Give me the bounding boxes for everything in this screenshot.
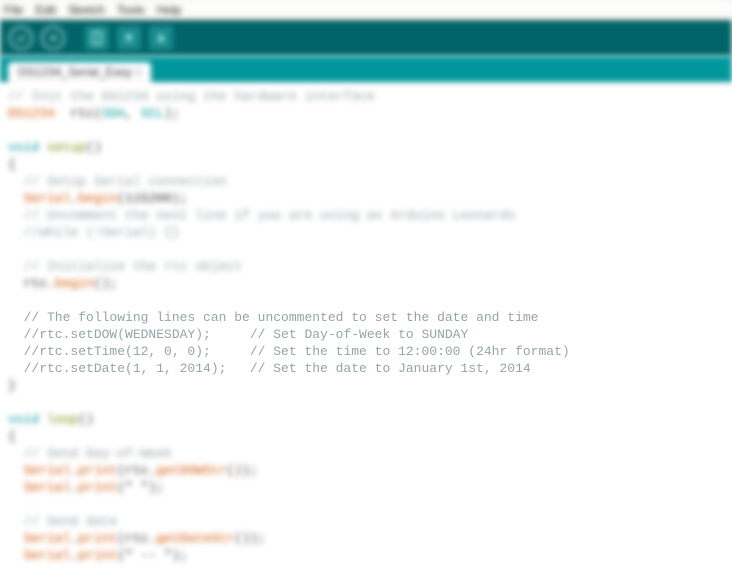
tab-dropdown-icon[interactable]: § xyxy=(136,67,141,77)
code-line: DS1234 rtc(SDA, SCL); xyxy=(8,105,724,122)
code-line: Serial.print(" "); xyxy=(8,479,724,496)
code-line: // The following lines can be uncommente… xyxy=(8,309,724,326)
menu-sketch[interactable]: Sketch xyxy=(68,3,105,17)
file-icon xyxy=(91,31,103,45)
save-button[interactable] xyxy=(148,25,174,51)
code-line: //rtc.setDate(1, 1, 2014); // Set the da… xyxy=(8,360,724,377)
toolbar xyxy=(0,20,732,56)
code-line: Serial.print(rtc.getDOWStr()); xyxy=(8,462,724,479)
code-line: { xyxy=(8,156,724,173)
tabbar: DS1234_Serial_Easy § xyxy=(0,56,732,82)
upload-button[interactable] xyxy=(40,25,66,51)
code-line: { xyxy=(8,428,724,445)
code-line xyxy=(8,496,724,513)
arrow-down-icon xyxy=(155,32,167,44)
code-line xyxy=(8,241,724,258)
code-editor[interactable]: // Init the DS1234 using the hardware in… xyxy=(0,82,732,586)
open-button[interactable] xyxy=(116,25,142,51)
check-icon xyxy=(15,32,27,44)
code-line: // Init the DS1234 using the hardware in… xyxy=(8,88,724,105)
menu-help[interactable]: Help xyxy=(157,3,182,17)
menu-file[interactable]: File xyxy=(4,3,23,17)
code-line: // Send Day-of-Week xyxy=(8,445,724,462)
tab-label: DS1234_Serial_Easy xyxy=(18,65,132,79)
code-line: // Initialize the rtc object xyxy=(8,258,724,275)
code-line: Serial.print(rtc.getDateStr()); xyxy=(8,530,724,547)
menubar: File Edit Sketch Tools Help xyxy=(0,0,732,20)
code-line xyxy=(8,394,724,411)
code-line: //rtc.setDOW(WEDNESDAY); // Set Day-of-W… xyxy=(8,326,724,343)
code-line: } xyxy=(8,377,724,394)
menu-tools[interactable]: Tools xyxy=(117,3,145,17)
menu-edit[interactable]: Edit xyxy=(35,3,56,17)
code-line: //while (!Serial) {} xyxy=(8,224,724,241)
code-line: void setup() xyxy=(8,139,724,156)
code-line: // Setup Serial connection xyxy=(8,173,724,190)
new-button[interactable] xyxy=(84,25,110,51)
code-line xyxy=(8,292,724,309)
arrow-up-icon xyxy=(123,32,135,44)
verify-button[interactable] xyxy=(8,25,34,51)
code-line: Serial.print(" -- "); xyxy=(8,547,724,564)
code-line: void loop() xyxy=(8,411,724,428)
sketch-tab[interactable]: DS1234_Serial_Easy § xyxy=(8,62,151,82)
code-line: Serial.begin(115200); xyxy=(8,190,724,207)
code-line: //rtc.setTime(12, 0, 0); // Set the time… xyxy=(8,343,724,360)
arrow-right-icon xyxy=(47,32,59,44)
code-line: rtc.begin(); xyxy=(8,275,724,292)
code-line: // Send date xyxy=(8,513,724,530)
code-line: // Uncomment the next line if you are us… xyxy=(8,207,724,224)
code-line xyxy=(8,122,724,139)
